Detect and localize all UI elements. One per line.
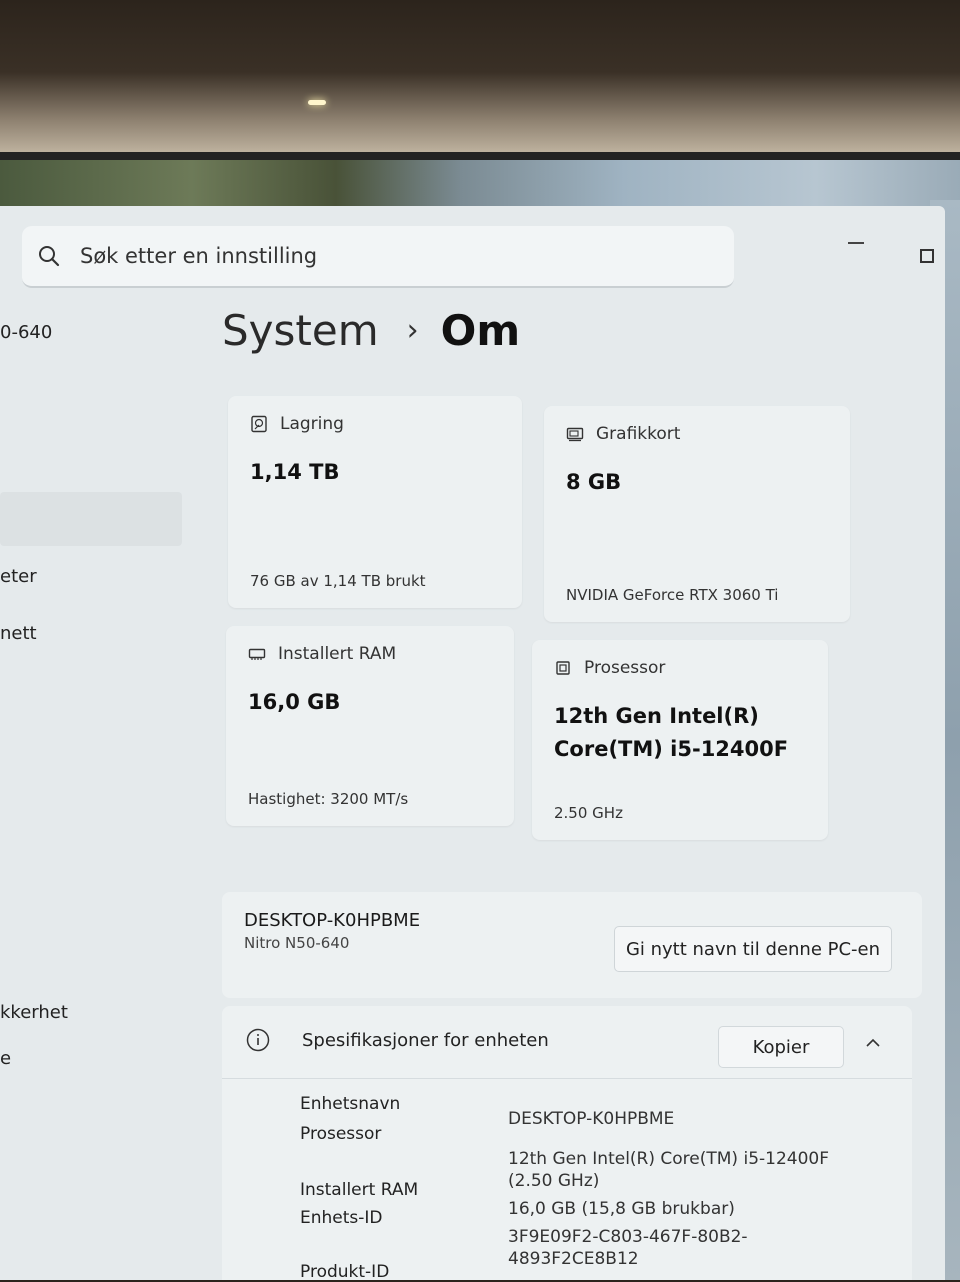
search-icon <box>39 246 60 267</box>
processor-icon <box>556 661 570 675</box>
cpu-name-line2: Core(TM) i5-12400F <box>554 737 789 761</box>
ram-value: 16,0 GB <box>248 690 341 714</box>
gpu-model: NVIDIA GeForce RTX 3060 Ti <box>566 586 779 604</box>
pc-name-card: DESKTOP-K0HPBME Nitro N50-640 Gi nytt na… <box>222 892 922 998</box>
search-input[interactable]: Søk etter en innstilling <box>80 244 317 268</box>
ram-label: Installert RAM <box>278 644 397 664</box>
spec-label-device-name: Enhetsnavn <box>300 1094 401 1114</box>
breadcrumb: System › Om <box>222 306 520 355</box>
rename-pc-button[interactable]: Gi nytt navn til denne PC-en <box>614 926 892 972</box>
spec-value-device-name: DESKTOP-K0HPBME <box>508 1109 675 1129</box>
storage-label: Lagring <box>280 414 344 434</box>
spec-value-ram: 16,0 GB (15,8 GB brukbar) <box>508 1199 735 1219</box>
storage-usage: 76 GB av 1,14 TB brukt <box>250 572 426 590</box>
copy-button[interactable]: Kopier <box>718 1026 844 1068</box>
spec-label-product-id: Produkt-ID <box>300 1262 390 1282</box>
sidebar-item[interactable]: kkerhet <box>0 1002 68 1023</box>
sidebar-item[interactable]: nett <box>0 623 37 644</box>
storage-card[interactable]: Lagring 1,14 TB 76 GB av 1,14 TB brukt <box>228 396 522 608</box>
info-icon <box>246 1028 270 1052</box>
monitor-light <box>308 100 326 105</box>
search-box[interactable]: Søk etter en innstilling <box>22 226 734 288</box>
pc-model: Nitro N50-640 <box>244 934 350 952</box>
settings-window: Søk etter en innstilling 0-640 eter nett… <box>0 206 945 1282</box>
breadcrumb-separator: › <box>406 313 419 348</box>
sidebar-item[interactable]: e <box>0 1048 11 1069</box>
device-specs-section: Spesifikasjoner for enheten Kopier Enhet… <box>222 1006 912 1282</box>
graphics-card-icon <box>566 427 584 442</box>
cpu-label: Prosessor <box>584 658 666 678</box>
cpu-name-line1: 12th Gen Intel(R) <box>554 704 759 728</box>
maximize-button[interactable] <box>920 249 934 263</box>
spec-label-ram: Installert RAM <box>300 1180 419 1200</box>
gpu-label: Grafikkort <box>596 424 681 444</box>
sidebar-device-name: 0-640 <box>0 322 53 343</box>
cpu-speed: 2.50 GHz <box>554 804 623 822</box>
minimize-button[interactable] <box>848 242 864 244</box>
spec-label-device-id: Enhets-ID <box>300 1208 383 1228</box>
sidebar-item-selected[interactable] <box>0 492 182 546</box>
device-specs-header[interactable]: Spesifikasjoner for enheten Kopier <box>222 1006 912 1079</box>
breadcrumb-parent[interactable]: System <box>222 306 379 355</box>
ram-speed: Hastighet: 3200 MT/s <box>248 790 409 808</box>
spec-value-device-id: 3F9E09F2-C803-467F-80B2-4893F2CE8B12 <box>508 1227 748 1269</box>
memory-icon <box>248 648 266 660</box>
gpu-card[interactable]: Grafikkort 8 GB NVIDIA GeForce RTX 3060 … <box>544 406 850 622</box>
spec-label-processor: Prosessor <box>300 1124 382 1144</box>
page-title: Om <box>440 306 521 355</box>
ram-card[interactable]: Installert RAM 16,0 GB Hastighet: 3200 M… <box>226 626 514 826</box>
chevron-up-icon[interactable] <box>864 1034 882 1052</box>
gpu-memory-value: 8 GB <box>566 470 622 494</box>
monitor-bezel <box>0 0 960 160</box>
cpu-card[interactable]: Prosessor 12th Gen Intel(R) Core(TM) i5-… <box>532 640 828 840</box>
device-specs-title: Spesifikasjoner for enheten <box>302 1030 549 1051</box>
spec-value-processor: 12th Gen Intel(R) Core(TM) i5-12400F (2.… <box>508 1149 829 1191</box>
storage-drive-icon <box>251 415 267 433</box>
storage-value: 1,14 TB <box>250 460 340 484</box>
cpu-name: 12th Gen Intel(R) Core(TM) i5-12400F <box>554 700 788 766</box>
sidebar-item[interactable]: eter <box>0 566 37 587</box>
pc-name: DESKTOP-K0HPBME <box>244 910 421 931</box>
